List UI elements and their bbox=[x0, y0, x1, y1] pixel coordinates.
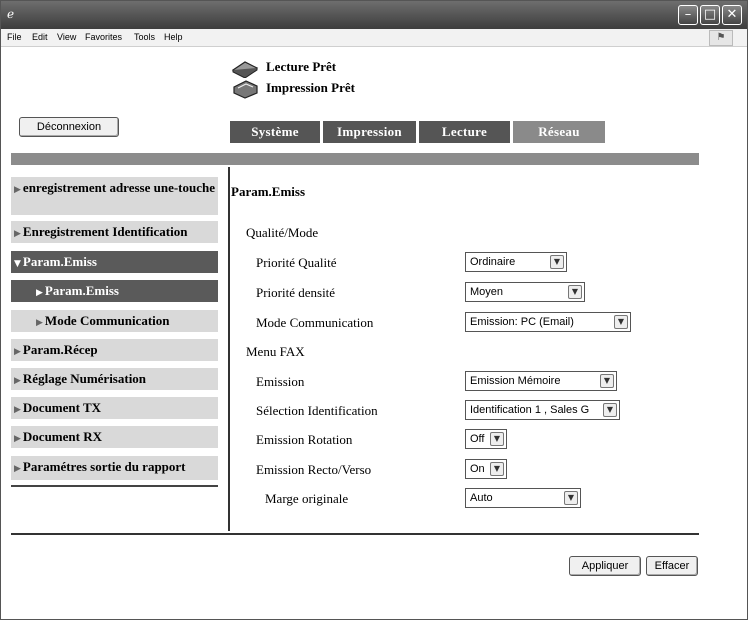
field-label: Emission Recto/Verso bbox=[256, 462, 372, 477]
title-bar: ℯ – □ ✕ bbox=[1, 1, 747, 29]
tab-underline-bar bbox=[11, 153, 699, 165]
menu-edit[interactable]: Edit bbox=[32, 32, 48, 42]
scanner-icon bbox=[231, 61, 259, 78]
printer-icon bbox=[233, 80, 258, 99]
field-label: Emission bbox=[256, 374, 305, 389]
sidebar-subitem-comm-mode[interactable]: ▶ Mode Communication bbox=[11, 310, 218, 332]
arrow-down-icon: ▼ bbox=[14, 259, 21, 269]
arrow-right-icon: ▶ bbox=[36, 318, 43, 328]
chevron-down-icon: ▼ bbox=[600, 374, 614, 388]
chevron-down-icon: ▼ bbox=[614, 315, 628, 329]
duplex-select[interactable]: On ▼ bbox=[465, 459, 507, 479]
field-label: Priorité Qualité bbox=[256, 255, 337, 270]
menu-tools[interactable]: Tools bbox=[134, 32, 155, 42]
sidebar-item-rx-document[interactable]: ▶ Document RX bbox=[11, 426, 218, 448]
sidebar-item-tx-settings[interactable]: ▼ Param.Emiss bbox=[11, 251, 218, 273]
scanner-status-label: Lecture Prêt bbox=[266, 59, 337, 74]
close-button[interactable]: ✕ bbox=[722, 5, 742, 25]
sidebar-subitem-tx-settings[interactable]: ▶ Param.Emiss bbox=[11, 280, 218, 302]
arrow-right-icon: ▶ bbox=[14, 185, 21, 195]
field-label: Priorité densité bbox=[256, 285, 336, 300]
sidebar-item-report-output[interactable]: ▶ Paramétres sortie du rapport bbox=[11, 456, 218, 480]
arrow-right-icon: ▶ bbox=[36, 288, 43, 298]
sidebar-divider bbox=[11, 485, 218, 487]
vertical-divider bbox=[228, 167, 230, 531]
arrow-right-icon: ▶ bbox=[14, 376, 21, 386]
arrow-right-icon: ▶ bbox=[14, 405, 21, 415]
communication-mode-select[interactable]: Emission: PC (Email) ▼ bbox=[465, 312, 631, 332]
menu-view[interactable]: View bbox=[57, 32, 76, 42]
section-quality-mode: Qualité/Mode bbox=[246, 225, 319, 240]
section-fax-menu: Menu FAX bbox=[246, 344, 305, 359]
chevron-down-icon: ▼ bbox=[550, 255, 564, 269]
tab-reseau[interactable]: Réseau bbox=[513, 121, 605, 143]
tab-systeme[interactable]: Système bbox=[230, 121, 320, 143]
logout-button[interactable]: Déconnexion bbox=[19, 117, 119, 137]
printer-status-label: Impression Prêt bbox=[266, 80, 355, 95]
identification-select[interactable]: Identification 1 , Sales G ▼ bbox=[465, 400, 620, 420]
chevron-down-icon: ▼ bbox=[603, 403, 617, 417]
arrow-right-icon: ▶ bbox=[14, 464, 21, 474]
browser-window: ℯ – □ ✕ File Edit View Favorites Tools H… bbox=[0, 0, 748, 620]
menu-bar: File Edit View Favorites Tools Help ⚑ bbox=[1, 29, 747, 47]
minimize-button[interactable]: – bbox=[678, 5, 698, 25]
menu-file[interactable]: File bbox=[7, 32, 22, 42]
field-label: Mode Communication bbox=[256, 315, 374, 330]
transmission-select[interactable]: Emission Mémoire ▼ bbox=[465, 371, 617, 391]
sidebar-item-rx-settings[interactable]: ▶ Param.Récep bbox=[11, 339, 218, 361]
quality-priority-select[interactable]: Ordinaire ▼ bbox=[465, 252, 567, 272]
tab-lecture[interactable]: Lecture bbox=[419, 121, 510, 143]
chevron-down-icon: ▼ bbox=[564, 491, 578, 505]
rotation-select[interactable]: Off ▼ bbox=[465, 429, 507, 449]
density-priority-select[interactable]: Moyen ▼ bbox=[465, 282, 585, 302]
field-label: Sélection Identification bbox=[256, 403, 378, 418]
arrow-right-icon: ▶ bbox=[14, 434, 21, 444]
menu-favorites[interactable]: Favorites bbox=[85, 32, 122, 42]
chevron-down-icon: ▼ bbox=[490, 462, 504, 476]
windows-logo-icon: ⚑ bbox=[709, 30, 733, 46]
field-label: Marge originale bbox=[265, 491, 349, 506]
field-label: Emission Rotation bbox=[256, 432, 353, 447]
chevron-down-icon: ▼ bbox=[490, 432, 504, 446]
margin-select[interactable]: Auto ▼ bbox=[465, 488, 581, 508]
arrow-right-icon: ▶ bbox=[14, 229, 21, 239]
sidebar-item-one-touch[interactable]: ▶ enregistrement adresse une-touche bbox=[11, 177, 218, 215]
page-title: Param.Emiss bbox=[231, 184, 306, 199]
sidebar-item-user-registration[interactable]: ▶ Enregistrement Identification bbox=[11, 221, 218, 243]
ie-icon: ℯ bbox=[7, 7, 15, 21]
maximize-button[interactable]: □ bbox=[700, 5, 720, 25]
clear-button[interactable]: Effacer bbox=[646, 556, 698, 576]
tab-impression[interactable]: Impression bbox=[323, 121, 416, 143]
menu-help[interactable]: Help bbox=[164, 32, 183, 42]
content-divider bbox=[11, 533, 699, 535]
chevron-down-icon: ▼ bbox=[568, 285, 582, 299]
sidebar-item-scan-settings[interactable]: ▶ Réglage Numérisation bbox=[11, 368, 218, 390]
arrow-right-icon: ▶ bbox=[14, 347, 21, 357]
sidebar-item-tx-document[interactable]: ▶ Document TX bbox=[11, 397, 218, 419]
apply-button[interactable]: Appliquer bbox=[569, 556, 641, 576]
